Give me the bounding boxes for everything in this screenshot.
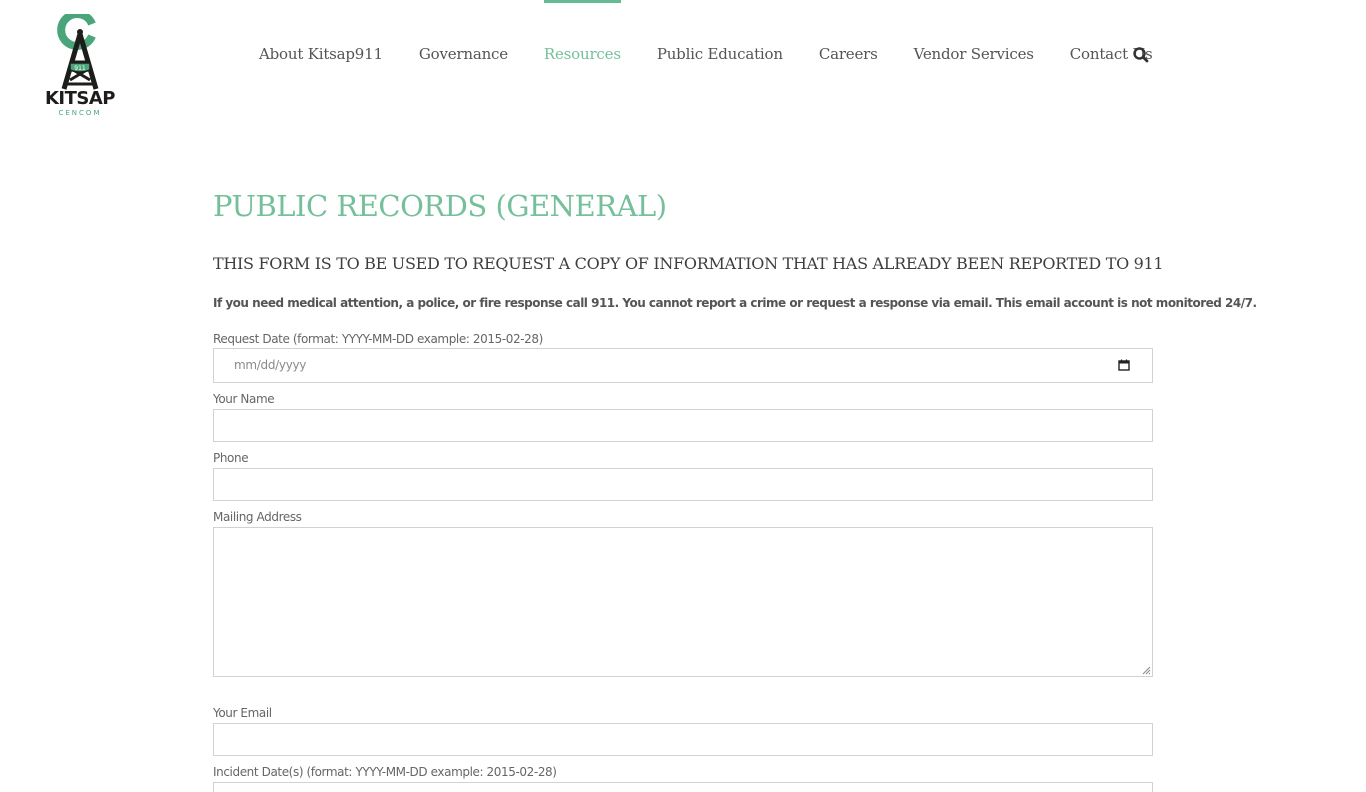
incident-dates-label: Incident Date(s) (format: YYYY-MM-DD exa… <box>213 765 557 779</box>
mailing-address-label: Mailing Address <box>213 510 302 524</box>
nav-item-public-education[interactable]: Public Education <box>639 0 801 110</box>
nav-item-about[interactable]: About Kitsap911 <box>241 0 401 110</box>
tower-logo-icon: 911 <box>57 14 99 90</box>
request-date-input[interactable]: mm/dd/yyyy <box>213 348 1153 383</box>
public-records-form: Request Date (format: YYYY-MM-DD example… <box>213 332 1153 792</box>
request-date-placeholder: mm/dd/yyyy <box>234 358 307 372</box>
your-email-input[interactable] <box>213 723 1153 756</box>
your-name-label: Your Name <box>213 392 275 406</box>
logo-name: KITSAP <box>44 88 116 109</box>
nav-item-governance[interactable]: Governance <box>401 0 526 110</box>
incident-dates-input[interactable] <box>213 782 1153 792</box>
resize-handle-icon[interactable] <box>1141 665 1151 675</box>
search-icon <box>1133 47 1149 63</box>
logo-badge-text: 911 <box>74 65 86 72</box>
main-content: PUBLIC RECORDS (GENERAL) THIS FORM IS TO… <box>213 180 1257 792</box>
phone-label: Phone <box>213 451 249 465</box>
form-subtitle: THIS FORM IS TO BE USED TO REQUEST A COP… <box>213 254 1164 273</box>
nav-item-contact-us[interactable]: Contact Us <box>1052 0 1171 110</box>
page-title: PUBLIC RECORDS (GENERAL) <box>213 189 667 223</box>
nav-item-resources[interactable]: Resources <box>526 0 639 110</box>
mailing-address-textarea[interactable] <box>213 527 1153 677</box>
your-email-label: Your Email <box>213 706 272 720</box>
main-nav: About Kitsap911 Governance Resources Pub… <box>241 0 1170 110</box>
kitsap-cencom-logo[interactable]: 911 KITSAP CENCOM <box>40 14 120 120</box>
logo-subname: CENCOM <box>58 109 102 117</box>
search-button[interactable] <box>1131 45 1151 65</box>
your-name-input[interactable] <box>213 409 1153 442</box>
calendar-icon[interactable] <box>1118 359 1130 371</box>
emergency-notice: If you need medical attention, a police,… <box>213 296 1257 310</box>
nav-item-careers[interactable]: Careers <box>801 0 896 110</box>
site-header: 911 KITSAP CENCOM About Kitsap911 Govern… <box>0 0 1366 130</box>
nav-item-vendor-services[interactable]: Vendor Services <box>896 0 1052 110</box>
phone-input[interactable] <box>213 468 1153 501</box>
request-date-label: Request Date (format: YYYY-MM-DD example… <box>213 332 543 346</box>
